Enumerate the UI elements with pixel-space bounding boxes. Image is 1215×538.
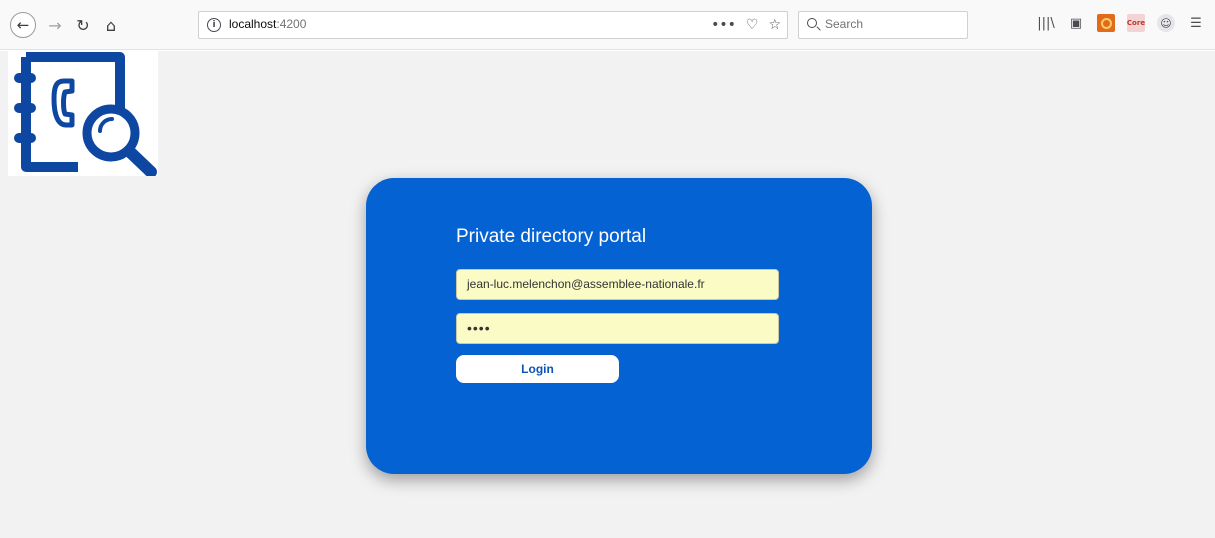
info-icon[interactable]: i — [207, 18, 221, 32]
url-host: localhost — [229, 17, 277, 31]
library-icon[interactable]: |||\ — [1037, 14, 1055, 32]
page-body: Private directory portal jean-luc.melenc… — [0, 51, 1215, 538]
reload-icon[interactable]: ↻ — [72, 12, 94, 38]
password-field[interactable]: •••• — [456, 313, 779, 344]
url-actions: ••• ♡ ☆ — [711, 16, 781, 34]
bookmark-star-icon[interactable]: ☆ — [768, 16, 781, 34]
email-field[interactable]: jean-luc.melenchon@assemblee-nationale.f… — [456, 269, 779, 300]
search-bar[interactable]: Search — [798, 11, 968, 39]
directory-logo-icon — [8, 51, 158, 178]
forward-arrow-icon[interactable]: → — [44, 12, 66, 38]
url-bar[interactable]: i localhost:4200 ••• ♡ ☆ — [198, 11, 788, 39]
page-actions-icon[interactable]: ••• — [711, 16, 736, 34]
search-icon — [807, 18, 817, 28]
sidebar-icon[interactable]: ▣ — [1067, 14, 1085, 32]
url-port: :4200 — [276, 17, 307, 31]
login-button[interactable]: Login — [456, 355, 619, 383]
back-arrow-icon[interactable]: ← — [10, 12, 36, 38]
browser-toolbar: ← → ↻ ⌂ i localhost:4200 ••• ♡ ☆ Search … — [0, 0, 1215, 50]
account-icon[interactable]: ☺ — [1157, 14, 1175, 32]
card-title: Private directory portal — [456, 226, 647, 247]
search-placeholder: Search — [825, 17, 864, 31]
url-text[interactable]: localhost:4200 — [229, 17, 306, 31]
home-icon[interactable]: ⌂ — [100, 12, 122, 38]
login-card: Private directory portal jean-luc.melenc… — [366, 178, 872, 474]
extension-core-icon[interactable]: Core — [1127, 14, 1145, 32]
pocket-icon[interactable]: ♡ — [746, 16, 759, 34]
toolbar-icons: |||\ ▣ Core ☺ ☰ — [1037, 14, 1205, 32]
menu-icon[interactable]: ☰ — [1187, 14, 1205, 32]
extension-orange-icon[interactable] — [1097, 14, 1115, 32]
